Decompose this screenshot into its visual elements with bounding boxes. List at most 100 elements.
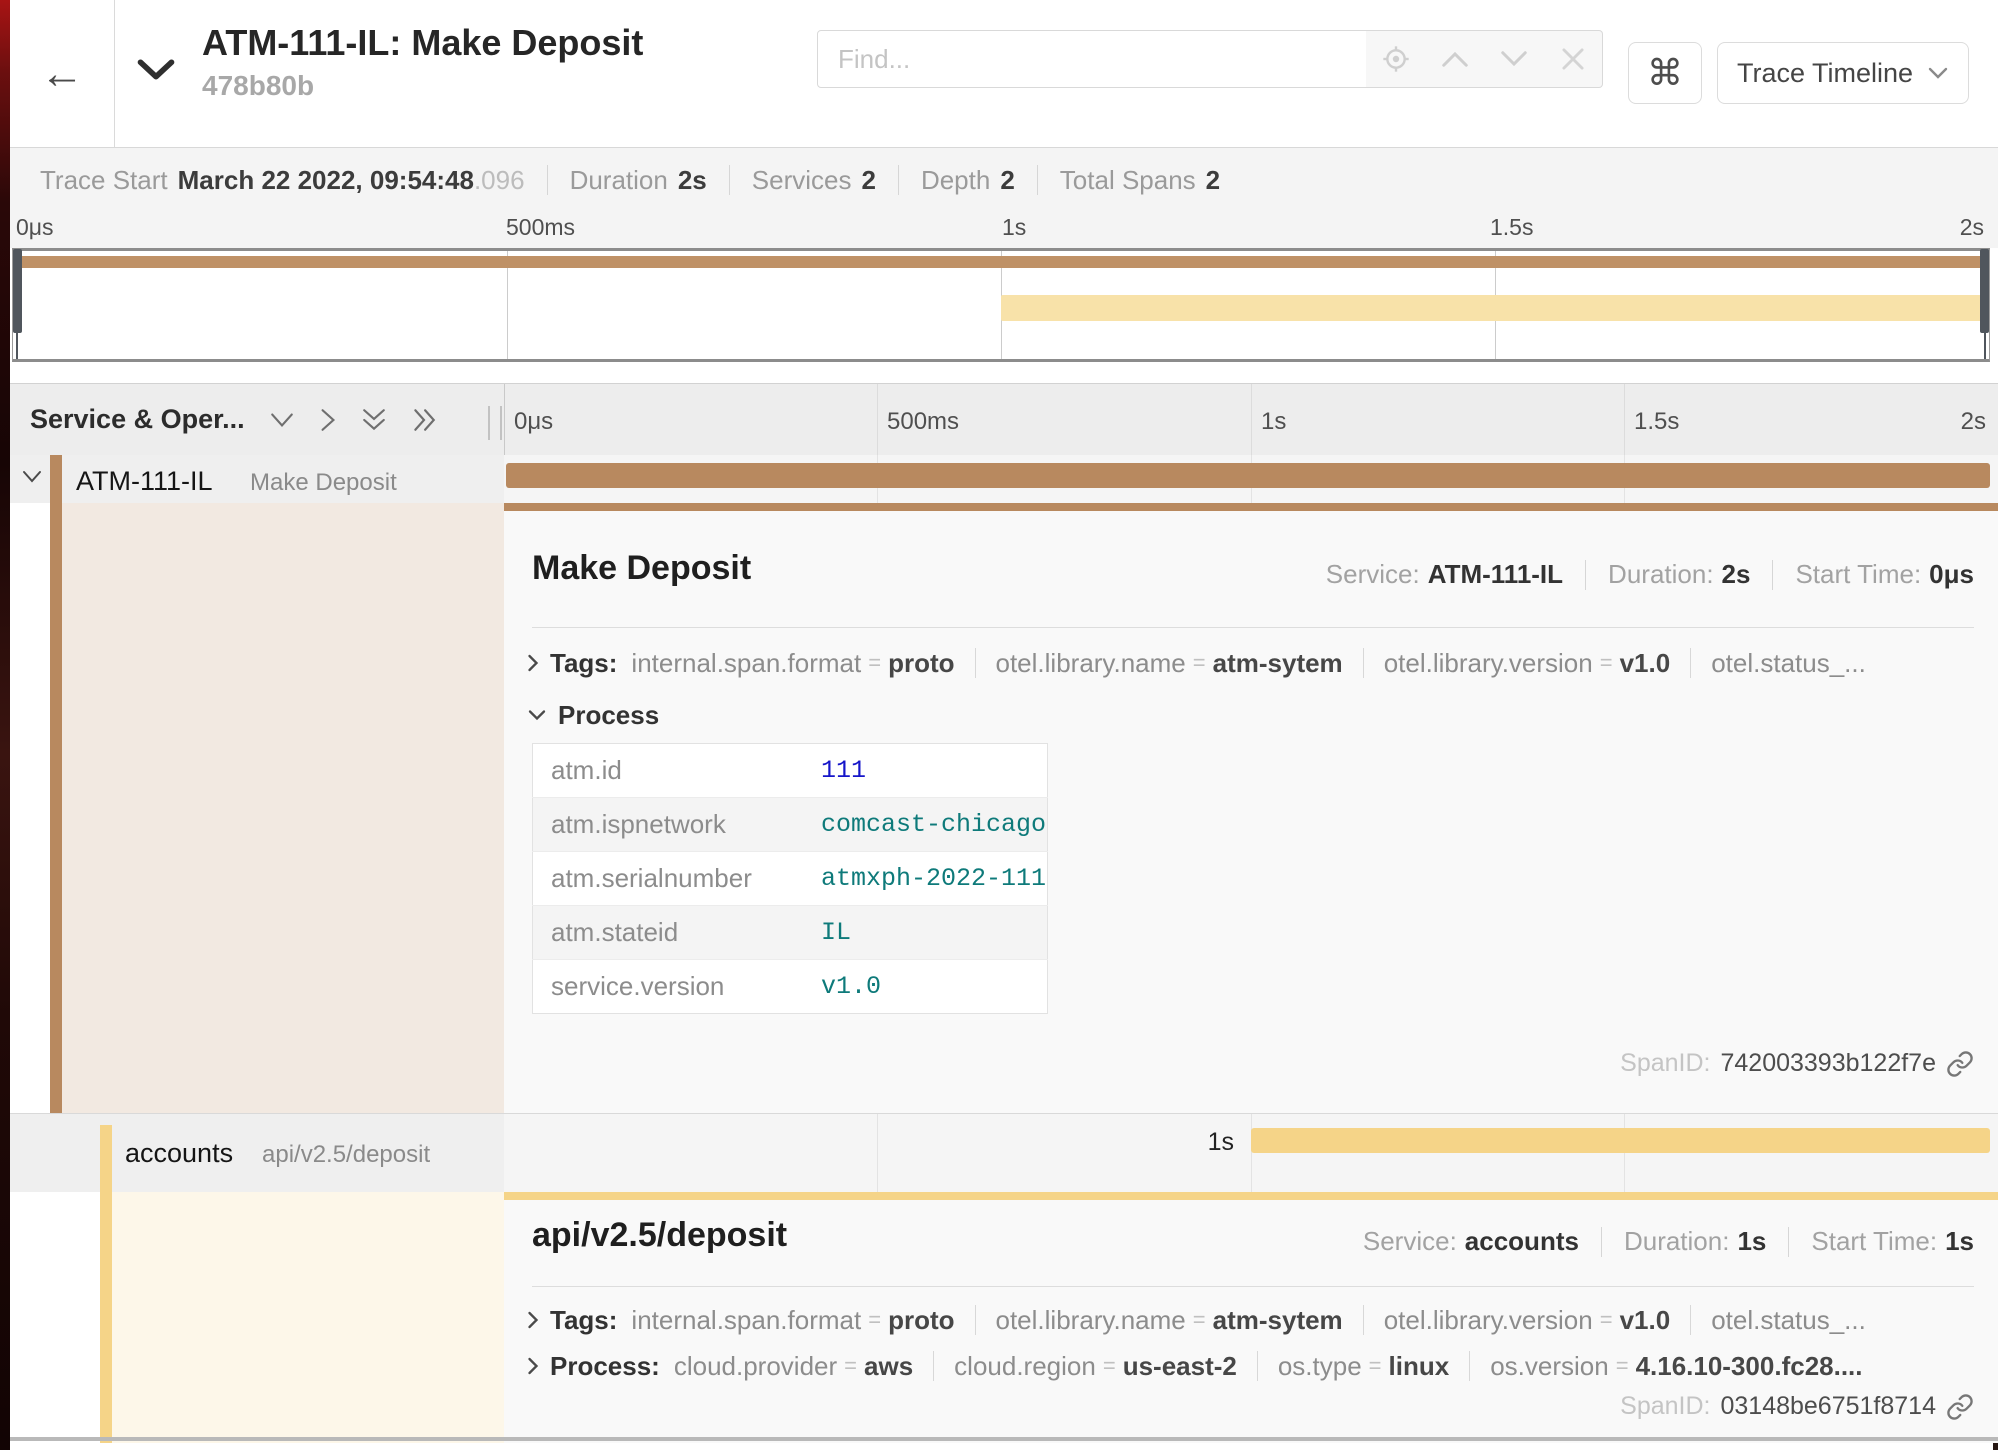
minimap-tick-1s: 1s: [1002, 214, 1026, 241]
span-accounts-color-strip: [100, 1125, 112, 1443]
tag-value: us-east-2: [1123, 1351, 1237, 1382]
timeline-gridline: [877, 1114, 878, 1192]
tag-equals: =: [1193, 1307, 1206, 1333]
trace-id: 478b80b: [202, 70, 643, 102]
start-time-label: Start Time:: [1795, 559, 1921, 590]
process-value: comcast-chicago: [820, 798, 1048, 852]
process-toggle-row[interactable]: Process: cloud.provider=aws cloud.region…: [526, 1344, 1863, 1388]
tag-key: otel.library.name: [996, 648, 1186, 679]
tag-key: os.version: [1490, 1351, 1609, 1382]
divider: [532, 1286, 1974, 1287]
prev-result-button[interactable]: [1433, 37, 1477, 81]
expand-all-button[interactable]: [411, 407, 437, 433]
divider: [1257, 1351, 1258, 1381]
trace-meta-items: Trace Start March 22 2022, 09:54:48 .096…: [40, 148, 1220, 212]
collapse-all-button[interactable]: [361, 407, 387, 433]
minimap-range-line-right: [1984, 331, 1986, 359]
chevron-up-icon: [1440, 49, 1470, 69]
divider: [1469, 1351, 1470, 1381]
divider: [1037, 165, 1038, 195]
duration-label: Duration:: [1608, 559, 1714, 590]
double-chevron-right-icon: [411, 407, 437, 433]
match-highlight-button[interactable]: [1374, 37, 1418, 81]
back-button[interactable]: ←: [10, 0, 115, 147]
divider: [729, 165, 730, 195]
duration-value: 1s: [1737, 1226, 1766, 1257]
tags-toggle-row[interactable]: Tags: internal.span.format=proto otel.li…: [526, 641, 1866, 685]
double-chevron-down-icon: [361, 407, 387, 433]
column-border: [504, 384, 505, 455]
divider: [1601, 1227, 1602, 1257]
expand-one-button[interactable]: [319, 407, 337, 433]
tag-equals: =: [868, 1307, 881, 1333]
minimap-range-line-left: [16, 331, 18, 359]
trace-start-label: Trace Start: [40, 165, 168, 196]
span-accounts-bar-label: 1s: [1130, 1128, 1234, 1157]
divider: [898, 165, 899, 195]
find-input[interactable]: [817, 30, 1367, 88]
collapse-trace-header-chevron[interactable]: [136, 56, 176, 89]
keyboard-shortcuts-button[interactable]: ⌘: [1628, 42, 1702, 104]
process-value: v1.0: [820, 960, 1048, 1014]
tag-value: atm-sytem: [1213, 648, 1343, 679]
span-atm-color-strip: [50, 455, 62, 1113]
span-atm-service-name[interactable]: ATM-111-IL: [76, 466, 213, 497]
close-icon: [1560, 46, 1586, 72]
tag-equals: =: [844, 1353, 857, 1379]
tag-key: otel.status_...: [1711, 1305, 1866, 1336]
trace-view-selector[interactable]: Trace Timeline: [1717, 42, 1969, 104]
clear-search-button[interactable]: [1551, 37, 1595, 81]
tag-key: internal.span.format: [631, 1305, 861, 1336]
divider: [933, 1351, 934, 1381]
tag-key: otel.library.name: [996, 1305, 1186, 1336]
service-operation-header: Service & Oper...: [30, 384, 437, 455]
collapse-one-button[interactable]: [269, 411, 295, 429]
divider: [1363, 1305, 1364, 1335]
services-value: 2: [861, 165, 875, 196]
chevron-down-icon: [526, 708, 548, 722]
timeline-gridline: [1251, 1114, 1252, 1192]
span-atm-duration-bar[interactable]: [506, 463, 1990, 488]
next-result-button[interactable]: [1492, 37, 1536, 81]
process-toggle-row[interactable]: Process: [526, 693, 673, 737]
minimap-span-bar-accounts: [1001, 295, 1986, 321]
tags-toggle-row[interactable]: Tags: internal.span.format=proto otel.li…: [526, 1298, 1866, 1342]
chevron-down-icon: [20, 469, 44, 485]
minimap-tick-2s: 2s: [1960, 214, 1984, 241]
column-resize-handle[interactable]: [488, 406, 502, 440]
span-accounts-duration-bar[interactable]: [1251, 1128, 1990, 1153]
page-title: ATM-111-IL: Make Deposit: [202, 22, 643, 64]
link-icon[interactable]: [1946, 1050, 1974, 1078]
minimap-range-handle-right[interactable]: [1980, 249, 1989, 333]
span-detail-title: api/v2.5/deposit: [532, 1216, 787, 1255]
process-key: atm.stateid: [533, 906, 821, 960]
span-accounts-detail-indent: [112, 1192, 504, 1443]
divider: [1585, 560, 1586, 590]
tag-value: proto: [888, 648, 954, 679]
tag-key: otel.status_...: [1711, 648, 1866, 679]
tag-key: otel.library.version: [1384, 1305, 1593, 1336]
collapse-span-atm-chevron[interactable]: [20, 469, 44, 490]
timeline-gridline: [877, 384, 878, 455]
span-accounts-service-name[interactable]: accounts: [125, 1138, 233, 1169]
span-id-label: SpanID:: [1620, 1392, 1710, 1421]
divider: [1690, 1305, 1691, 1335]
tag-equals: =: [1600, 650, 1613, 676]
divider: [547, 165, 548, 195]
chevron-down-icon: [269, 411, 295, 429]
minimap-span-bar-atm: [16, 256, 1986, 268]
minimap-tick-0us: 0μs: [16, 214, 54, 241]
link-icon[interactable]: [1946, 1393, 1974, 1421]
timeline-gridline: [1251, 384, 1252, 455]
tag-key: cloud.region: [954, 1351, 1096, 1382]
chevron-down-icon: [136, 56, 176, 84]
back-arrow-icon: ←: [40, 49, 84, 99]
timeline-tick-2s: 2s: [1961, 408, 1986, 436]
total-spans-label: Total Spans: [1060, 165, 1196, 196]
chevron-right-icon: [319, 407, 337, 433]
start-time-value: 0μs: [1929, 559, 1974, 590]
minimap-range-handle-left[interactable]: [13, 249, 22, 333]
span-accounts-detail-top-border: [504, 1192, 1998, 1200]
minimap-canvas[interactable]: [12, 248, 1990, 362]
timeline-header-row: Service & Oper... 0μs 500ms 1s 1.5s 2s: [10, 383, 1998, 456]
